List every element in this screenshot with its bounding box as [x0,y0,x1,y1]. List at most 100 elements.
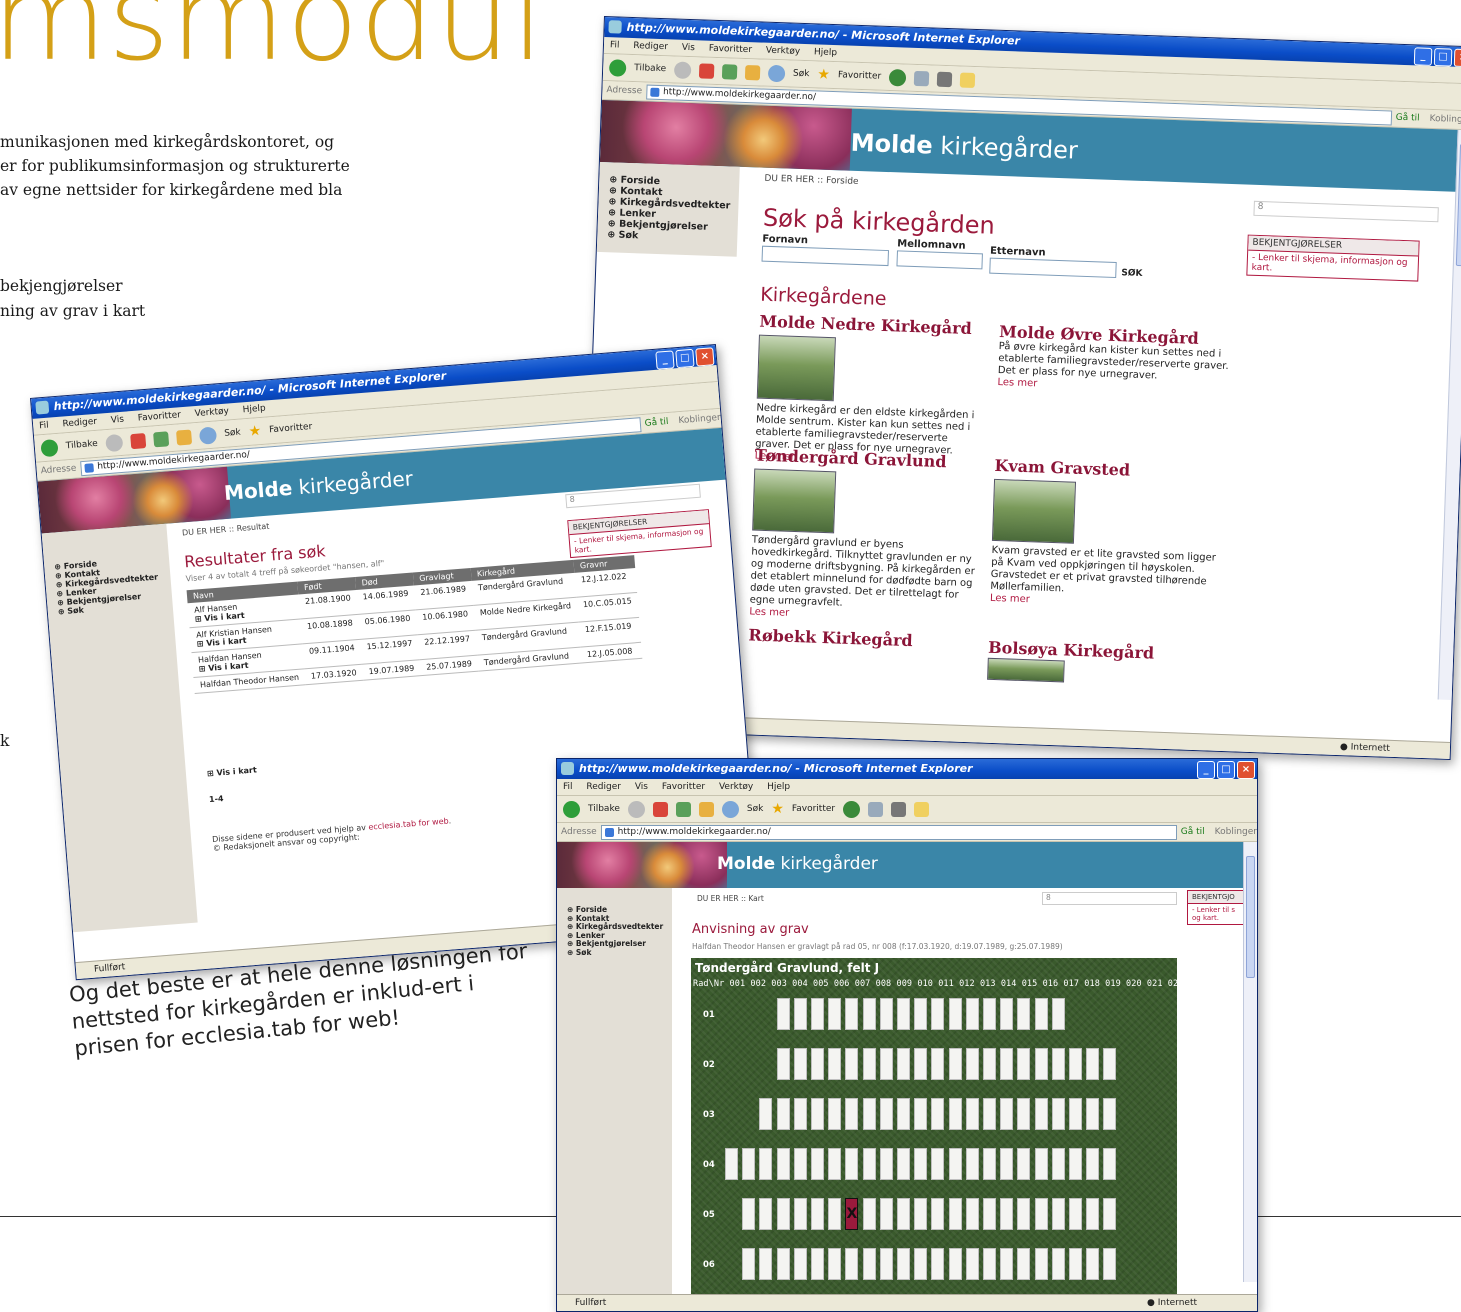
grave-plot[interactable] [845,1098,859,1130]
search-icon[interactable] [721,800,739,818]
grave-plot[interactable] [897,998,910,1030]
close-button[interactable]: × [1237,761,1255,779]
grave-plot[interactable] [828,1148,842,1180]
grave-plot[interactable] [862,1148,876,1180]
grave-plot[interactable] [776,1248,790,1280]
grave-plot[interactable] [759,1198,773,1230]
grave-plot[interactable] [793,1248,807,1280]
favorites-label[interactable]: Favoritter [269,422,313,435]
links-label[interactable]: Koblinger [678,413,721,426]
search-icon[interactable] [198,426,217,445]
grave-plot[interactable] [983,1148,996,1180]
back-arrow-icon[interactable] [563,800,580,818]
grave-plot[interactable] [879,1098,893,1130]
go-button[interactable]: Gå til [644,417,669,429]
menu-verktoy[interactable]: Verktøy [766,46,801,57]
grave-plot[interactable] [897,1198,910,1230]
menu-hjelp[interactable]: Hjelp [242,404,266,416]
grave-plot[interactable] [1017,1098,1031,1130]
search-label[interactable]: Søk [747,804,763,814]
links-label[interactable]: Koblinger [1215,827,1257,837]
marked-grave[interactable]: X [845,1198,859,1230]
grave-plot[interactable] [948,1248,962,1280]
grave-plot[interactable] [1086,1198,1100,1230]
site-search-input[interactable]: 8 [1042,892,1177,905]
menu-favoritter[interactable]: Favoritter [662,782,705,792]
menu-fil[interactable]: Fil [39,421,49,432]
grave-plot[interactable] [1103,1048,1117,1080]
home-icon[interactable] [744,64,761,80]
forward-arrow-icon[interactable] [627,800,645,818]
minimize-button[interactable]: _ [1413,47,1433,66]
grave-plot[interactable] [914,998,928,1030]
go-button[interactable]: Gå til [1181,827,1205,837]
maximize-button[interactable]: □ [1217,761,1235,779]
grave-plot[interactable] [879,998,893,1030]
menu-hjelp[interactable]: Hjelp [814,47,837,58]
menu-rediger[interactable]: Rediger [62,417,97,430]
grave-plot[interactable] [1000,1148,1014,1180]
grave-plot[interactable] [1103,1198,1117,1230]
grave-plot[interactable] [948,1048,962,1080]
grave-plot[interactable] [1034,1198,1048,1230]
grave-plot[interactable] [983,1048,996,1080]
close-button[interactable]: × [1453,48,1461,68]
menu-favoritter[interactable]: Favoritter [709,44,753,56]
grave-plot[interactable] [862,1198,876,1230]
grave-plot[interactable] [983,1198,996,1230]
title-bar[interactable]: http://www.moldekirkegaarder.no/ - Micro… [557,759,1257,779]
grave-plot[interactable] [845,998,859,1030]
back-arrow-icon[interactable] [40,438,59,457]
close-button[interactable]: × [695,347,715,367]
grave-plot[interactable] [1017,1048,1031,1080]
favorites-label[interactable]: Favoritter [792,804,835,814]
grave-plot[interactable] [759,1148,773,1180]
grave-plot[interactable] [931,1248,945,1280]
grave-plot[interactable] [1086,1248,1100,1280]
grave-plot[interactable] [931,1048,945,1080]
grave-plot[interactable] [1051,998,1065,1030]
go-button[interactable]: Gå til [1396,113,1420,124]
grave-plot[interactable] [1103,1248,1117,1280]
grave-plot[interactable] [776,1198,790,1230]
history-icon[interactable] [888,68,907,87]
stop-icon[interactable] [652,801,668,817]
grave-plot[interactable] [948,1198,962,1230]
favorites-star-icon[interactable]: ★ [248,423,262,440]
mail-icon[interactable] [913,70,930,86]
grave-plot[interactable] [828,1098,842,1130]
notice-link[interactable]: - Lenker til skjema, informasjon og kart… [1247,251,1418,281]
grave-plot[interactable] [983,1098,996,1130]
grave-plot[interactable] [759,1098,773,1130]
grave-plot[interactable] [776,1148,790,1180]
grave-plot[interactable] [1017,1198,1031,1230]
grave-plot[interactable] [1034,1248,1048,1280]
grave-plot[interactable] [1000,1198,1014,1230]
grave-plot[interactable] [1034,998,1048,1030]
menu-verktoy[interactable]: Verktøy [719,782,753,792]
grave-plot[interactable] [1086,1098,1100,1130]
menu-verktoy[interactable]: Verktøy [194,406,229,419]
favorites-star-icon[interactable]: ★ [771,801,784,817]
grave-plot[interactable] [1069,1098,1082,1130]
back-label[interactable]: Tilbake [66,439,99,451]
grave-plot[interactable] [965,1098,979,1130]
grave-plot[interactable] [776,1048,790,1080]
grave-plot[interactable] [931,998,945,1030]
grave-plot[interactable] [914,1048,928,1080]
grave-plot[interactable] [828,1198,842,1230]
menu-favoritter[interactable]: Favoritter [137,410,181,423]
grave-plot[interactable] [1086,1148,1100,1180]
home-icon[interactable] [698,801,714,817]
grave-plot[interactable] [948,1148,962,1180]
grave-plot[interactable] [862,1098,876,1130]
grave-plot[interactable] [793,1148,807,1180]
grave-plot[interactable] [983,998,996,1030]
maximize-button[interactable]: □ [675,348,695,369]
search-label[interactable]: Søk [224,428,241,439]
site-brand[interactable]: Molde kirkegårder [850,129,1078,165]
menu-vis[interactable]: Vis [635,782,648,792]
refresh-icon[interactable] [721,63,738,80]
grave-plot[interactable] [742,1148,756,1180]
grave-plot[interactable] [914,1148,928,1180]
